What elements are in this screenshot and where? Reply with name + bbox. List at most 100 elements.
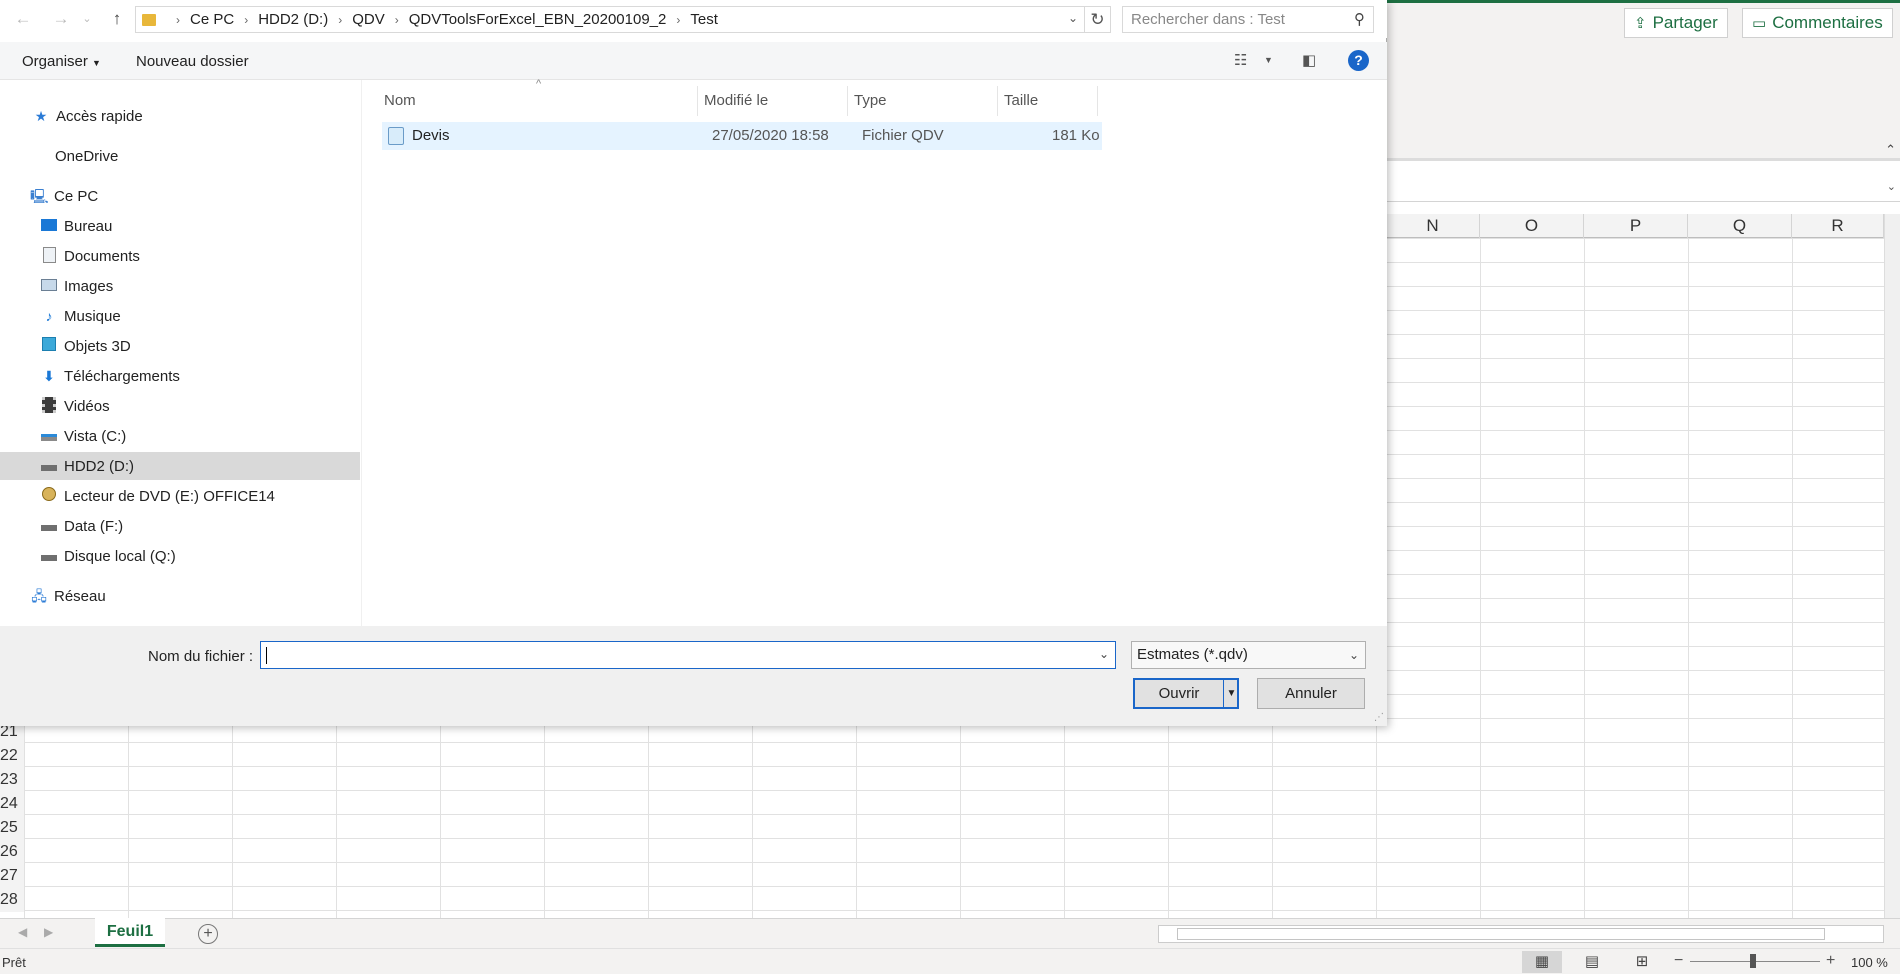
network-icon: 🖧 xyxy=(31,588,47,604)
star-icon: ★ xyxy=(34,108,48,124)
filename-input[interactable]: ⌄ xyxy=(260,641,1116,669)
nav-item-vista-c[interactable]: Vista (C:) xyxy=(0,422,360,450)
zoom-slider-thumb[interactable] xyxy=(1750,954,1756,968)
nav-item-musique[interactable]: ♪ Musique xyxy=(0,302,360,330)
drive-icon xyxy=(40,517,58,535)
prev-sheet-icon[interactable]: ◀ xyxy=(18,925,27,939)
sheet-tab-feuil1[interactable]: Feuil1 xyxy=(95,918,165,947)
column-header[interactable]: Q xyxy=(1688,214,1792,238)
horizontal-scrollbar[interactable] xyxy=(1158,925,1884,943)
column-header-size[interactable]: Taille xyxy=(998,86,1098,116)
row-header[interactable]: 24 xyxy=(0,792,24,816)
zoom-out-icon[interactable]: − xyxy=(1674,952,1683,970)
nav-item-videos[interactable]: Vidéos xyxy=(0,392,360,420)
address-bar[interactable]: › Ce PC › HDD2 (D:) › QDV › QDVToolsForE… xyxy=(135,6,1085,33)
view-dropdown-icon[interactable]: ▼ xyxy=(1264,55,1273,65)
page-break-view-icon[interactable]: ⊞ xyxy=(1622,951,1662,973)
new-folder-button[interactable]: Nouveau dossier xyxy=(136,53,249,70)
nav-item-label: Bureau xyxy=(64,217,113,235)
row-header[interactable]: 25 xyxy=(0,816,24,840)
expand-formula-icon[interactable]: ⌄ xyxy=(1887,180,1896,193)
file-name: Devis xyxy=(412,127,450,144)
nav-item-ce-pc[interactable]: 🖳 Ce PC xyxy=(0,182,360,210)
forward-arrow-icon[interactable]: → xyxy=(50,8,72,30)
column-header-name[interactable]: Nom xyxy=(378,86,698,116)
chevron-down-icon[interactable]: ⌄ xyxy=(1068,11,1078,25)
search-input[interactable]: Rechercher dans : Test ⚲ xyxy=(1122,6,1374,33)
open-options-dropdown-icon[interactable]: ▼ xyxy=(1223,680,1239,707)
breadcrumb-qdv[interactable]: QDV xyxy=(352,11,385,28)
cube-icon xyxy=(40,337,58,355)
navigation-pane: ★ Accès rapide OneDrive 🖳 Ce PC Bureau D… xyxy=(0,80,362,626)
download-icon: ⬇ xyxy=(43,368,55,384)
zoom-in-icon[interactable]: + xyxy=(1826,952,1835,970)
nav-item-telechargements[interactable]: ⬇ Téléchargements xyxy=(0,362,360,390)
open-button[interactable]: Ouvrir ▼ xyxy=(1133,678,1239,709)
page-layout-view-icon[interactable]: ▤ xyxy=(1572,951,1612,973)
row-header[interactable]: 23 xyxy=(0,768,24,792)
vertical-scrollbar[interactable] xyxy=(1884,214,1900,919)
breadcrumb-hdd2[interactable]: HDD2 (D:) xyxy=(258,11,328,28)
chevron-right-icon[interactable]: › xyxy=(338,13,342,27)
chevron-right-icon[interactable]: › xyxy=(244,13,248,27)
share-button[interactable]: ⇪ Partager xyxy=(1624,8,1728,38)
nav-item-images[interactable]: Images xyxy=(0,272,360,300)
filetype-select[interactable]: Estmates (*.qdv) ⌄ xyxy=(1131,641,1366,669)
preview-pane-icon[interactable]: ◧ xyxy=(1302,51,1316,69)
desktop-icon xyxy=(40,217,58,235)
row-header[interactable]: 28 xyxy=(0,888,24,912)
breadcrumb-ce-pc[interactable]: Ce PC xyxy=(190,11,234,28)
help-icon[interactable]: ? xyxy=(1348,50,1369,71)
column-header[interactable]: P xyxy=(1584,214,1688,238)
column-header-modified[interactable]: Modifié le xyxy=(698,86,848,116)
row-header[interactable]: 27 xyxy=(0,864,24,888)
organize-button[interactable]: Organiser ▼ xyxy=(22,53,101,70)
history-chevron-icon[interactable]: ⌄ xyxy=(76,8,98,30)
nav-item-objets-3d[interactable]: Objets 3D xyxy=(0,332,360,360)
chevron-right-icon[interactable]: › xyxy=(395,13,399,27)
music-icon: ♪ xyxy=(45,308,53,324)
comments-button[interactable]: ▭ Commentaires xyxy=(1742,8,1893,38)
file-row-devis[interactable]: Devis 27/05/2020 18:58 Fichier QDV 181 K… xyxy=(382,122,1102,150)
column-header[interactable]: N xyxy=(1386,214,1480,238)
chevron-right-icon[interactable]: › xyxy=(676,13,680,27)
row-header[interactable]: 22 xyxy=(0,744,24,768)
up-arrow-icon[interactable]: ↑ xyxy=(106,8,128,30)
computer-icon: 🖳 xyxy=(30,188,49,204)
search-icon[interactable]: ⚲ xyxy=(1354,7,1365,32)
nav-item-dvd-e[interactable]: Lecteur de DVD (E:) OFFICE14 xyxy=(0,482,360,510)
breadcrumb-test[interactable]: Test xyxy=(690,11,718,28)
back-arrow-icon[interactable]: ← xyxy=(12,8,34,30)
nav-item-label: HDD2 (D:) xyxy=(64,457,134,475)
nav-item-documents[interactable]: Documents xyxy=(0,242,360,270)
cancel-button[interactable]: Annuler xyxy=(1257,678,1365,709)
next-sheet-icon[interactable]: ▶ xyxy=(44,925,53,939)
add-sheet-icon[interactable]: + xyxy=(198,924,218,944)
nav-item-bureau[interactable]: Bureau xyxy=(0,212,360,240)
normal-view-icon[interactable]: ▦ xyxy=(1522,951,1562,973)
refresh-icon[interactable]: ↻ xyxy=(1085,6,1111,33)
dialog-toolbar: Organiser ▼ Nouveau dossier ☷ ▼ ◧ ? xyxy=(0,42,1387,80)
open-label: Ouvrir xyxy=(1158,685,1200,702)
zoom-level[interactable]: 100 % xyxy=(1851,955,1888,970)
column-header[interactable]: O xyxy=(1480,214,1584,238)
nav-item-disque-q[interactable]: Disque local (Q:) xyxy=(0,542,360,570)
column-header[interactable]: R xyxy=(1792,214,1884,238)
nav-item-hdd2-d[interactable]: HDD2 (D:) xyxy=(0,452,360,480)
breadcrumb-qdvtools[interactable]: QDVToolsForExcel_EBN_20200109_2 xyxy=(409,11,667,28)
nav-item-onedrive[interactable]: OneDrive xyxy=(0,142,360,170)
column-header-type[interactable]: Type xyxy=(848,86,998,116)
resize-grip-icon[interactable]: ⋰ xyxy=(1374,712,1384,723)
documents-icon xyxy=(40,247,58,265)
nav-item-label: Ce PC xyxy=(54,187,99,205)
file-type: Fichier QDV xyxy=(862,127,944,144)
nav-item-reseau[interactable]: 🖧 Réseau xyxy=(0,582,360,610)
chevron-right-icon[interactable]: › xyxy=(176,13,180,27)
nav-item-acces-rapide[interactable]: ★ Accès rapide xyxy=(0,102,360,130)
row-header[interactable]: 26 xyxy=(0,840,24,864)
scroll-thumb[interactable] xyxy=(1177,928,1825,940)
view-options-icon[interactable]: ☷ xyxy=(1234,51,1247,69)
nav-item-data-f[interactable]: Data (F:) xyxy=(0,512,360,540)
collapse-ribbon-icon[interactable]: ⌃ xyxy=(1885,142,1896,158)
chevron-down-icon[interactable]: ⌄ xyxy=(1099,647,1109,661)
